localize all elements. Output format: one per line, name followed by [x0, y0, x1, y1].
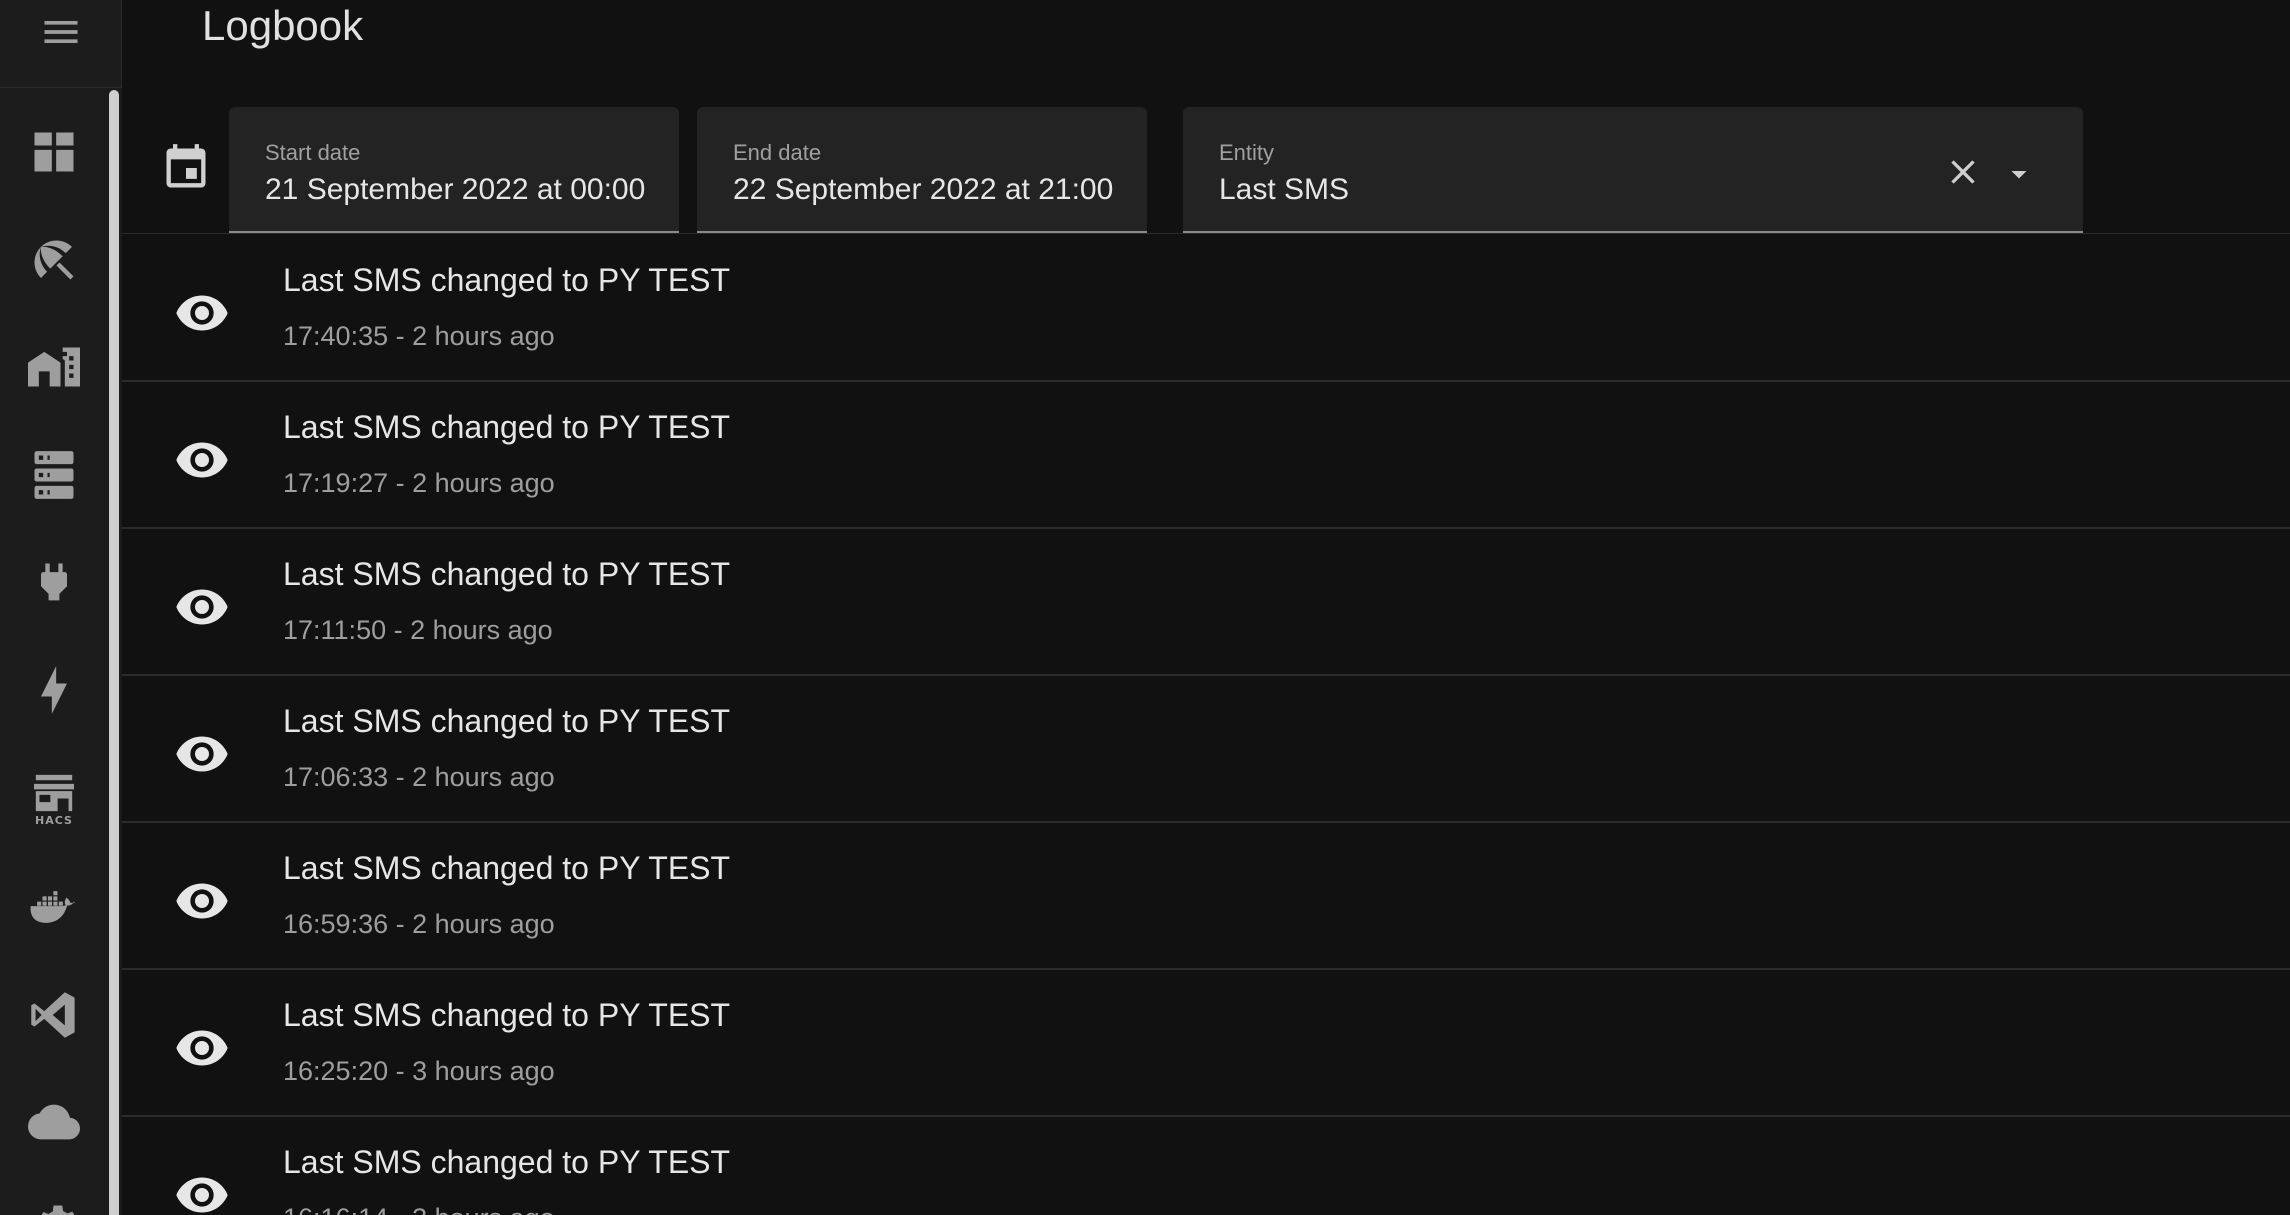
server-icon: [34, 451, 74, 499]
log-entry-time: 17:11:50 - 2 hours ago: [283, 615, 553, 645]
eye-icon: [176, 736, 228, 772]
cloud-icon: [28, 1104, 80, 1140]
log-entry-time: 17:40:35 - 2 hours ago: [283, 321, 555, 351]
sidebar-item-overview[interactable]: [0, 107, 108, 197]
eye-icon: [176, 295, 228, 331]
eye-icon: [176, 1177, 228, 1213]
log-entry-message[interactable]: Last SMS changed to PY TEST: [283, 703, 730, 740]
hacs-label: HACS: [35, 814, 73, 827]
docker-icon: [30, 891, 76, 923]
lightning-bolt-icon: [41, 666, 67, 714]
log-entry[interactable]: Last SMS changed to PY TEST 17:06:33 - 2…: [122, 676, 2290, 823]
sidebar-item-energy[interactable]: [0, 645, 108, 735]
end-date-field[interactable]: End date 22 September 2022 at 21:00: [697, 107, 1147, 233]
log-entry-time: 16:16:14 - 3 hours ago: [283, 1203, 555, 1215]
eye-icon: [176, 442, 228, 478]
log-entry-message[interactable]: Last SMS changed to PY TEST: [283, 409, 730, 446]
log-entry-time: 16:25:20 - 3 hours ago: [283, 1056, 555, 1086]
home-city-icon: [28, 347, 80, 387]
log-entry[interactable]: Last SMS changed to PY TEST 17:40:35 - 2…: [122, 235, 2290, 382]
log-entry-message[interactable]: Last SMS changed to PY TEST: [283, 1144, 730, 1181]
page-title: Logbook: [202, 2, 364, 49]
log-entry[interactable]: Last SMS changed to PY TEST 16:25:20 - 3…: [122, 970, 2290, 1117]
start-date-label: Start date: [265, 140, 361, 165]
sidebar-item-docker[interactable]: [0, 862, 108, 952]
sidebar-item-servers[interactable]: [0, 430, 108, 520]
sidebar-scrollbar-thumb[interactable]: [109, 90, 119, 1215]
app-root: HACS Logbook Start date 21 September 202…: [0, 0, 2290, 1215]
entity-label: Entity: [1219, 140, 1275, 165]
entity-picker[interactable]: Entity Last SMS: [1183, 107, 2083, 233]
log-entry-message[interactable]: Last SMS changed to PY TEST: [283, 556, 730, 593]
log-entry[interactable]: Last SMS changed to PY TEST 16:59:36 - 2…: [122, 823, 2290, 970]
clear-icon[interactable]: [1943, 152, 1983, 192]
sidebar: HACS: [0, 0, 122, 1215]
log-entry-message[interactable]: Last SMS changed to PY TEST: [283, 262, 730, 299]
start-date-field[interactable]: Start date 21 September 2022 at 00:00: [229, 107, 679, 233]
log-entry[interactable]: Last SMS changed to PY TEST 17:11:50 - 2…: [122, 529, 2290, 676]
sidebar-scrollbar[interactable]: [108, 88, 122, 1215]
power-plug-icon: [41, 563, 67, 601]
log-entry-message[interactable]: Last SMS changed to PY TEST: [283, 850, 730, 887]
log-entry-time: 17:19:27 - 2 hours ago: [283, 468, 555, 498]
gear-icon: [41, 1205, 75, 1215]
sidebar-item-areas[interactable]: [0, 322, 108, 412]
log-entry-time: 17:06:33 - 2 hours ago: [283, 762, 555, 792]
end-date-label: End date: [733, 140, 822, 165]
sidebar-item-settings[interactable]: [0, 1180, 108, 1215]
log-entry-message[interactable]: Last SMS changed to PY TEST: [283, 997, 730, 1034]
eye-icon: [176, 883, 228, 919]
menu-button[interactable]: [0, 0, 122, 88]
eye-icon: [176, 1030, 228, 1066]
vscode-icon: [31, 992, 75, 1038]
beach-umbrella-icon: [34, 240, 74, 280]
eye-icon: [176, 589, 228, 625]
sidebar-item-cloud[interactable]: [0, 1077, 108, 1167]
filter-bar: Start date 21 September 2022 at 00:00 En…: [122, 104, 2290, 234]
sidebar-item-energy-plug[interactable]: [0, 538, 108, 628]
sidebar-item-hacs[interactable]: HACS: [0, 755, 108, 845]
entity-value[interactable]: Last SMS: [1219, 173, 2049, 207]
end-date-value[interactable]: 22 September 2022 at 21:00: [733, 173, 1113, 207]
start-date-value[interactable]: 21 September 2022 at 00:00: [265, 173, 645, 207]
dashboard-icon: [34, 132, 74, 172]
hamburger-menu-icon: [44, 20, 78, 43]
sidebar-item-beach[interactable]: [0, 215, 108, 305]
calendar-icon[interactable]: [160, 142, 212, 194]
hacs-store-icon: [34, 774, 74, 812]
logbook-list: Last SMS changed to PY TEST 17:40:35 - 2…: [122, 235, 2290, 1215]
log-entry[interactable]: Last SMS changed to PY TEST 17:19:27 - 2…: [122, 382, 2290, 529]
log-entry-time: 16:59:36 - 2 hours ago: [283, 909, 555, 939]
log-entry[interactable]: Last SMS changed to PY TEST 16:16:14 - 3…: [122, 1117, 2290, 1215]
dropdown-arrow-icon[interactable]: [2001, 156, 2037, 192]
sidebar-item-vscode[interactable]: [0, 970, 108, 1060]
